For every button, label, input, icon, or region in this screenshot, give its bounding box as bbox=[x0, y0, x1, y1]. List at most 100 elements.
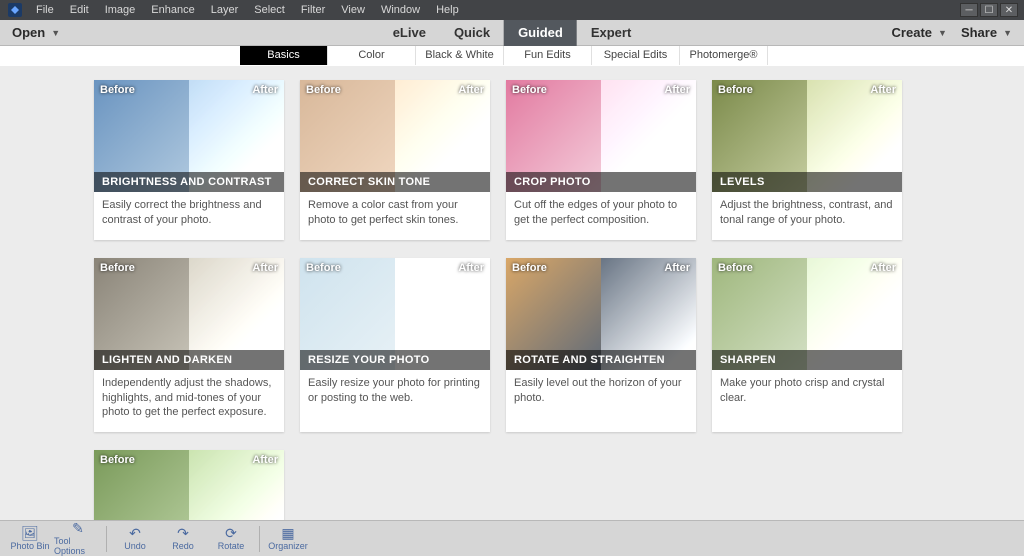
card-desc: Make your photo crisp and crystal clear. bbox=[712, 370, 902, 418]
rotate-button[interactable]: ⟳ Rotate bbox=[207, 522, 255, 556]
mode-quick[interactable]: Quick bbox=[440, 20, 504, 46]
mode-elive[interactable]: eLive bbox=[379, 20, 440, 46]
subtab-color[interactable]: Color bbox=[328, 46, 416, 65]
card-title: RESIZE YOUR PHOTO bbox=[300, 350, 490, 370]
menu-image[interactable]: Image bbox=[97, 2, 144, 18]
after-label: After bbox=[870, 84, 896, 96]
subtab-photomerge[interactable]: Photomerge® bbox=[680, 46, 768, 65]
card-desc: Adjust the brightness, contrast, and ton… bbox=[712, 192, 902, 240]
organizer-button[interactable]: ▦ Organizer bbox=[264, 522, 312, 556]
card-thumb: Before After RESIZE YOUR PHOTO bbox=[300, 258, 490, 370]
menu-help[interactable]: Help bbox=[428, 2, 467, 18]
tool-options-icon: ✎ bbox=[72, 521, 84, 535]
minimize-button[interactable]: ─ bbox=[960, 3, 978, 17]
subtab-specialedits[interactable]: Special Edits bbox=[592, 46, 680, 65]
card-thumb: Before After SHARPEN bbox=[712, 258, 902, 370]
guided-card[interactable]: Before After CROP PHOTO Cut off the edge… bbox=[506, 80, 696, 240]
undo-label: Undo bbox=[124, 541, 146, 551]
menu-filter[interactable]: Filter bbox=[293, 2, 333, 18]
open-button[interactable]: Open ▼ bbox=[12, 25, 60, 40]
before-label: Before bbox=[718, 262, 753, 274]
menu-file[interactable]: File bbox=[28, 2, 62, 18]
redo-button[interactable]: ↷ Redo bbox=[159, 522, 207, 556]
after-label: After bbox=[458, 262, 484, 274]
subtab-basics[interactable]: Basics bbox=[240, 46, 328, 65]
card-desc: Independently adjust the shadows, highli… bbox=[94, 370, 284, 433]
share-button[interactable]: Share ▼ bbox=[961, 25, 1012, 40]
card-title: LEVELS bbox=[712, 172, 902, 192]
content-area[interactable]: Before After BRIGHTNESS AND CONTRAST Eas… bbox=[0, 66, 1024, 520]
card-desc: Easily level out the horizon of your pho… bbox=[506, 370, 696, 418]
chevron-down-icon: ▼ bbox=[1003, 28, 1012, 38]
redo-icon: ↷ bbox=[177, 526, 189, 540]
card-thumb: Before After CORRECT SKIN TONE bbox=[300, 80, 490, 192]
guided-card[interactable]: Before After LEVELS Adjust the brightnes… bbox=[712, 80, 902, 240]
mode-guided[interactable]: Guided bbox=[504, 20, 577, 46]
maximize-button[interactable]: ☐ bbox=[980, 3, 998, 17]
before-label: Before bbox=[100, 84, 135, 96]
organizer-label: Organizer bbox=[268, 541, 308, 551]
undo-button[interactable]: ↶ Undo bbox=[111, 522, 159, 556]
mode-tabs: eLive Quick Guided Expert bbox=[379, 20, 646, 46]
before-label: Before bbox=[100, 262, 135, 274]
rotate-icon: ⟳ bbox=[225, 526, 237, 540]
photo-bin-button[interactable]: 🖼 Photo Bin bbox=[6, 522, 54, 556]
after-label: After bbox=[252, 262, 278, 274]
guided-card[interactable]: Before After LIGHTEN AND DARKEN Independ… bbox=[94, 258, 284, 433]
before-label: Before bbox=[512, 262, 547, 274]
guided-card[interactable]: Before After ROTATE AND STRAIGHTEN Easil… bbox=[506, 258, 696, 433]
subtab-funedits[interactable]: Fun Edits bbox=[504, 46, 592, 65]
card-title: CORRECT SKIN TONE bbox=[300, 172, 490, 192]
card-title: ROTATE AND STRAIGHTEN bbox=[506, 350, 696, 370]
share-label: Share bbox=[961, 25, 997, 40]
card-thumb: Before After BRIGHTNESS AND CONTRAST bbox=[94, 80, 284, 192]
bottombar: 🖼 Photo Bin ✎ Tool Options ↶ Undo ↷ Redo… bbox=[0, 520, 1024, 556]
app-icon bbox=[6, 1, 24, 19]
guided-card[interactable]: Before After RESIZE YOUR PHOTO Easily re… bbox=[300, 258, 490, 433]
close-button[interactable]: ✕ bbox=[1000, 3, 1018, 17]
organizer-icon: ▦ bbox=[281, 526, 294, 540]
after-label: After bbox=[252, 84, 278, 96]
right-actions: Create ▼ Share ▼ bbox=[892, 25, 1012, 40]
chevron-down-icon: ▼ bbox=[51, 28, 60, 38]
card-desc: Remove a color cast from your photo to g… bbox=[300, 192, 490, 240]
before-label: Before bbox=[718, 84, 753, 96]
subtab-blackwhite[interactable]: Black & White bbox=[416, 46, 504, 65]
chevron-down-icon: ▼ bbox=[938, 28, 947, 38]
tool-options-button[interactable]: ✎ Tool Options bbox=[54, 522, 102, 556]
card-desc: Cut off the edges of your photo to get t… bbox=[506, 192, 696, 240]
before-label: Before bbox=[306, 84, 341, 96]
mode-expert[interactable]: Expert bbox=[577, 20, 645, 46]
menu-enhance[interactable]: Enhance bbox=[143, 2, 202, 18]
menu-select[interactable]: Select bbox=[246, 2, 293, 18]
menu-layer[interactable]: Layer bbox=[203, 2, 247, 18]
after-label: After bbox=[664, 84, 690, 96]
photo-bin-icon: 🖼 bbox=[21, 526, 39, 540]
divider bbox=[106, 526, 107, 552]
create-button[interactable]: Create ▼ bbox=[892, 25, 947, 40]
card-desc: Easily correct the brightness and contra… bbox=[94, 192, 284, 240]
card-desc: Easily resize your photo for printing or… bbox=[300, 370, 490, 418]
menu-view[interactable]: View bbox=[333, 2, 373, 18]
guided-card[interactable]: Before After CORRECT SKIN TONE Remove a … bbox=[300, 80, 490, 240]
redo-label: Redo bbox=[172, 541, 194, 551]
topbar: Open ▼ eLive Quick Guided Expert Create … bbox=[0, 20, 1024, 46]
card-thumb: Before After LEVELS bbox=[712, 80, 902, 192]
menu-edit[interactable]: Edit bbox=[62, 2, 97, 18]
card-title: CROP PHOTO bbox=[506, 172, 696, 192]
menu-window[interactable]: Window bbox=[373, 2, 428, 18]
guided-card[interactable]: Before After SHARPEN Make your photo cri… bbox=[712, 258, 902, 433]
card-title: LIGHTEN AND DARKEN bbox=[94, 350, 284, 370]
guided-card[interactable]: Before After BRIGHTNESS AND CONTRAST Eas… bbox=[94, 80, 284, 240]
guided-card[interactable]: Before After VIGNETTE EFFECT bbox=[94, 450, 284, 520]
tool-options-label: Tool Options bbox=[54, 536, 102, 556]
rotate-label: Rotate bbox=[218, 541, 245, 551]
card-title: SHARPEN bbox=[712, 350, 902, 370]
card-thumb: Before After LIGHTEN AND DARKEN bbox=[94, 258, 284, 370]
after-label: After bbox=[664, 262, 690, 274]
open-label: Open bbox=[12, 25, 45, 40]
after-label: After bbox=[458, 84, 484, 96]
create-label: Create bbox=[892, 25, 932, 40]
before-label: Before bbox=[306, 262, 341, 274]
card-grid: Before After BRIGHTNESS AND CONTRAST Eas… bbox=[94, 80, 934, 520]
